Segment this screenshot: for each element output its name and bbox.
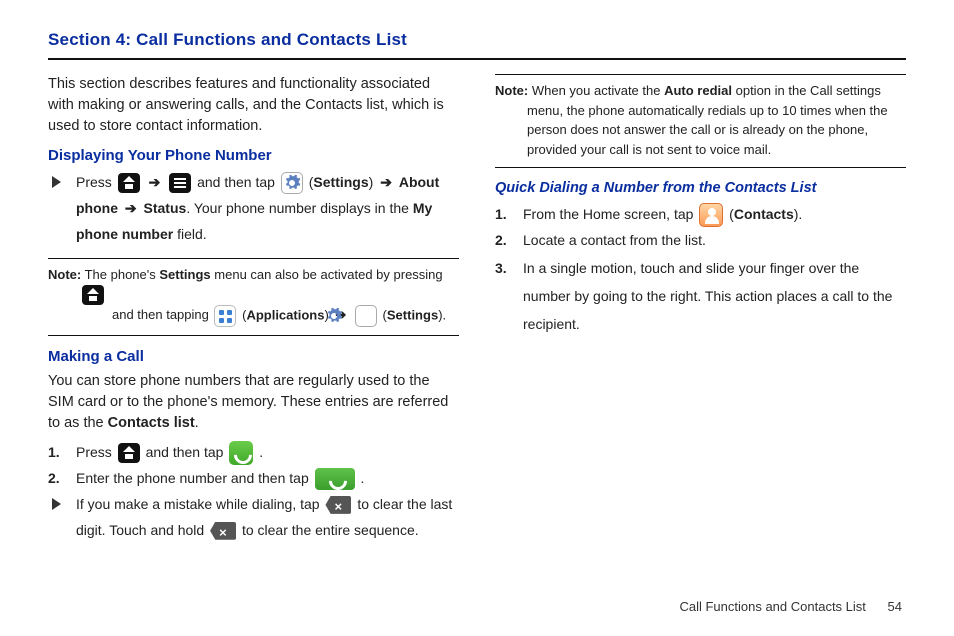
gear-icon <box>281 172 303 194</box>
note-label: Note: <box>495 83 528 98</box>
page-section-title: Section 4: Call Functions and Contacts L… <box>48 30 906 60</box>
contacts-list-label: Contacts list <box>108 415 195 431</box>
heading-quick-dialing: Quick Dialing a Number from the Contacts… <box>495 180 906 196</box>
settings-label: Settings <box>159 267 210 282</box>
making-call-intro: You can store phone numbers that are reg… <box>48 371 459 434</box>
step-number: 2. <box>495 228 507 254</box>
text: and then tap <box>146 444 224 460</box>
home-icon <box>118 443 140 463</box>
making-call-steps: 1. Press and then tap . 2. Enter the pho… <box>72 440 459 544</box>
contacts-label: Contacts <box>734 206 794 222</box>
status-label: Status <box>144 200 187 216</box>
text: and then tap <box>197 174 275 190</box>
text: menu can also be activated by pressing <box>211 267 443 282</box>
page-footer: Call Functions and Contacts List 54 <box>679 599 902 614</box>
quick-dial-steps: 1. From the Home screen, tap (Contacts).… <box>519 202 906 338</box>
display-number-step: Press ➔ and then tap (Settings) ➔ About … <box>72 170 459 248</box>
note-settings-shortcut: Note: The phone's Settings menu can also… <box>48 258 459 336</box>
text: Locate a contact from the list. <box>523 232 706 248</box>
right-column: Note: When you activate the Auto redial … <box>495 74 906 543</box>
text: The phone's <box>85 267 160 282</box>
note-auto-redial: Note: When you activate the Auto redial … <box>495 74 906 168</box>
home-icon <box>82 285 104 305</box>
display-number-list: Press ➔ and then tap (Settings) ➔ About … <box>72 170 459 248</box>
text: Press <box>76 444 112 460</box>
intro-paragraph: This section describes features and func… <box>48 74 459 137</box>
bullet-triangle-icon <box>52 176 61 188</box>
page-number: 54 <box>888 599 902 614</box>
step-number: 1. <box>495 202 507 228</box>
contacts-icon <box>699 203 723 227</box>
phone-icon <box>229 441 253 465</box>
applications-icon <box>214 305 236 327</box>
step-1: 1. Press and then tap . <box>72 440 459 466</box>
arrow-icon: ➔ <box>377 174 395 190</box>
auto-redial-label: Auto redial <box>664 83 732 98</box>
step-2: 2. Enter the phone number and then tap . <box>72 466 459 492</box>
step-3: 3. In a single motion, touch and slide y… <box>519 254 906 338</box>
gear-icon <box>355 305 377 327</box>
step-number: 3. <box>495 254 507 282</box>
step-bullet: If you make a mistake while dialing, tap… <box>72 492 459 544</box>
settings-label: Settings <box>313 174 368 190</box>
step-2: 2. Locate a contact from the list. <box>519 228 906 254</box>
text: If you make a mistake while dialing, tap <box>76 496 320 512</box>
text: and then tapping <box>112 307 212 322</box>
step-number: 1. <box>48 440 60 466</box>
home-icon <box>118 173 140 193</box>
text: field. <box>173 226 206 242</box>
step-1: 1. From the Home screen, tap (Contacts). <box>519 202 906 228</box>
applications-label: Applications <box>246 307 324 322</box>
text: to clear the entire sequence. <box>242 522 419 538</box>
text: When you activate the <box>532 83 664 98</box>
settings-label: Settings <box>387 307 438 322</box>
text: In a single motion, touch and slide your… <box>523 260 892 332</box>
text: . Your phone number displays in the <box>186 200 413 216</box>
step-number: 2. <box>48 466 60 492</box>
footer-text: Call Functions and Contacts List <box>679 599 865 614</box>
text: Enter the phone number and then tap <box>76 470 309 486</box>
heading-displaying-number: Displaying Your Phone Number <box>48 147 459 164</box>
text: Press <box>76 174 112 190</box>
backspace-icon <box>210 522 236 540</box>
menu-icon <box>169 173 191 193</box>
left-column: This section describes features and func… <box>48 74 459 543</box>
arrow-icon: ➔ <box>146 174 164 190</box>
note-label: Note: <box>48 267 81 282</box>
two-column-layout: This section describes features and func… <box>48 74 906 543</box>
heading-making-call: Making a Call <box>48 348 459 365</box>
text: From the Home screen, tap <box>523 206 693 222</box>
arrow-icon: ➔ <box>122 200 140 216</box>
call-button-icon <box>315 468 355 490</box>
bullet-triangle-icon <box>52 498 61 510</box>
backspace-icon <box>325 496 351 514</box>
